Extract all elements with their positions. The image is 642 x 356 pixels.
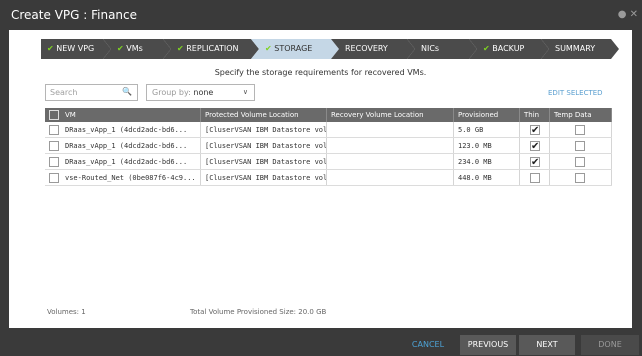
wizard-steps: ✔ NEW VPG ✔ VMs ✔ REPLICATION ✔ STORAGE RECO…: [41, 39, 619, 59]
table-row[interactable]: DRaas_vApp_1 (4dcd2adc-bd6... [CluserVSAN…: [45, 122, 612, 138]
cell-vm: DRaas_vApp_1 (4dcd2adc-bd6...: [61, 122, 201, 137]
cell-recovery: [327, 138, 454, 153]
volumes-count: Volumes: 1: [47, 308, 86, 316]
cancel-button[interactable]: CANCEL: [405, 335, 451, 355]
edit-selected-link[interactable]: EDIT SELECTED: [548, 89, 603, 97]
cell-vm: DRaas_vApp_1 (4dcd2adc-bd6...: [61, 154, 201, 169]
wizard-step-recovery[interactable]: RECOVERY: [331, 39, 415, 59]
step-check-icon: ✔: [177, 44, 187, 53]
cell-provisioned: 234.0 MB: [454, 154, 520, 169]
temp-checkbox[interactable]: [575, 141, 585, 151]
cell-thin: [520, 170, 550, 185]
cell-protected: [CluserVSAN IBM Datastore vol...: [201, 154, 327, 169]
row-select-checkbox[interactable]: [49, 173, 59, 183]
step-check-icon: ✔: [483, 44, 493, 53]
column-header[interactable]: Thin: [520, 108, 550, 122]
done-button[interactable]: DONE: [581, 335, 639, 355]
cell-recovery: [327, 170, 454, 185]
table-header: VM Protected Volume Location Recovery Volu…: [45, 108, 612, 122]
wizard-step-storage[interactable]: ✔ STORAGE: [251, 39, 339, 59]
wizard-step-label: REPLICATION: [186, 44, 239, 53]
cell-provisioned: 5.0 GB: [454, 122, 520, 137]
temp-checkbox[interactable]: [575, 157, 585, 167]
cell-temp: [550, 138, 612, 153]
cell-protected: [CluserVSAN IBM Datastore vol...: [201, 122, 327, 137]
wizard-step-label: NICs: [421, 44, 440, 53]
row-select-checkbox[interactable]: [49, 125, 59, 135]
cell-protected: [CluserVSAN IBM Datastore vol...: [201, 170, 327, 185]
thin-checkbox[interactable]: [530, 139, 540, 153]
cell-vm: DRaas_vApp_1 (4dcd2adc-bd6...: [61, 138, 201, 153]
table-row[interactable]: DRaas_vApp_1 (4dcd2adc-bd6... [CluserVSAN…: [45, 138, 612, 154]
cell-vm: vse-Routed_Net (0be087f6-4c9...: [61, 170, 201, 185]
table-row[interactable]: vse-Routed_Net (0be087f6-4c9... [CluserVS…: [45, 170, 612, 186]
chevron-down-icon: ∨: [242, 88, 248, 96]
column-header[interactable]: VM: [61, 108, 201, 122]
cell-thin: [520, 122, 550, 137]
wizard-step-label: BACKUP: [492, 44, 525, 53]
title-icons: ● ✕: [618, 9, 638, 20]
title-bar: Create VPG : Finance ● ✕: [0, 0, 642, 30]
thin-checkbox[interactable]: [530, 123, 540, 137]
wizard-step-summary[interactable]: SUMMARY: [541, 39, 619, 59]
wizard-step-replication[interactable]: ✔ REPLICATION: [163, 39, 259, 59]
cell-temp: [550, 154, 612, 169]
temp-checkbox[interactable]: [575, 173, 585, 183]
wizard-step-label: STORAGE: [274, 44, 313, 53]
wizard-step-label: VMs: [126, 44, 143, 53]
dialog-title: Create VPG : Finance: [11, 8, 138, 22]
previous-button[interactable]: PREVIOUS: [460, 335, 516, 355]
page-subtitle: Specify the storage requirements for rec…: [214, 68, 427, 77]
create-vpg-dialog: Create VPG : Finance ● ✕ ✔ NEW VPG ✔ VMs ✔…: [0, 0, 642, 356]
group-by-select[interactable]: Group by: none ∨: [146, 84, 255, 101]
thin-checkbox[interactable]: [530, 155, 540, 169]
step-check-icon: ✔: [117, 44, 127, 53]
column-header[interactable]: Protected Volume Location: [201, 108, 327, 122]
column-header[interactable]: Recovery Volume Location: [327, 108, 454, 122]
step-check-icon: ✔: [47, 44, 57, 53]
cell-provisioned: 448.0 MB: [454, 170, 520, 185]
column-header[interactable]: Provisioned: [454, 108, 520, 122]
cell-recovery: [327, 154, 454, 169]
help-icon[interactable]: ●: [618, 9, 627, 20]
row-select-checkbox[interactable]: [49, 141, 59, 151]
search-placeholder: Search: [50, 88, 78, 97]
wizard-step-label: RECOVERY: [345, 44, 388, 53]
cell-thin: [520, 138, 550, 153]
search-icon: 🔍: [122, 87, 132, 96]
group-by-value: none: [193, 88, 214, 97]
wizard-step-label: SUMMARY: [555, 44, 596, 53]
wizard-step-label: NEW VPG: [56, 44, 95, 53]
row-select-checkbox[interactable]: [49, 157, 59, 167]
group-by-label: Group by:: [152, 88, 191, 97]
cell-provisioned: 123.0 MB: [454, 138, 520, 153]
wizard-step-vms[interactable]: ✔ VMs: [103, 39, 171, 59]
cell-protected: [CluserVSAN IBM Datastore vol...: [201, 138, 327, 153]
search-input[interactable]: Search 🔍: [45, 84, 138, 101]
table-row[interactable]: DRaas_vApp_1 (4dcd2adc-bd6... [CluserVSAN…: [45, 154, 612, 170]
column-header[interactable]: Temp Data: [550, 108, 612, 122]
dialog-body: ✔ NEW VPG ✔ VMs ✔ REPLICATION ✔ STORAGE RECO…: [9, 30, 632, 328]
temp-checkbox[interactable]: [575, 125, 585, 135]
cell-temp: [550, 170, 612, 185]
wizard-step-backup[interactable]: ✔ BACKUP: [469, 39, 549, 59]
select-all-checkbox[interactable]: [49, 110, 59, 120]
step-check-icon: ✔: [265, 44, 275, 53]
next-button[interactable]: NEXT: [519, 335, 575, 355]
wizard-step-nics[interactable]: NICs: [407, 39, 477, 59]
cell-thin: [520, 154, 550, 169]
wizard-step-new-vpg[interactable]: ✔ NEW VPG: [41, 39, 111, 59]
close-icon[interactable]: ✕: [630, 9, 638, 20]
thin-checkbox[interactable]: [530, 173, 540, 183]
cell-recovery: [327, 122, 454, 137]
cell-temp: [550, 122, 612, 137]
total-provisioned-size: Total Volume Provisioned Size: 20.0 GB: [190, 308, 327, 316]
